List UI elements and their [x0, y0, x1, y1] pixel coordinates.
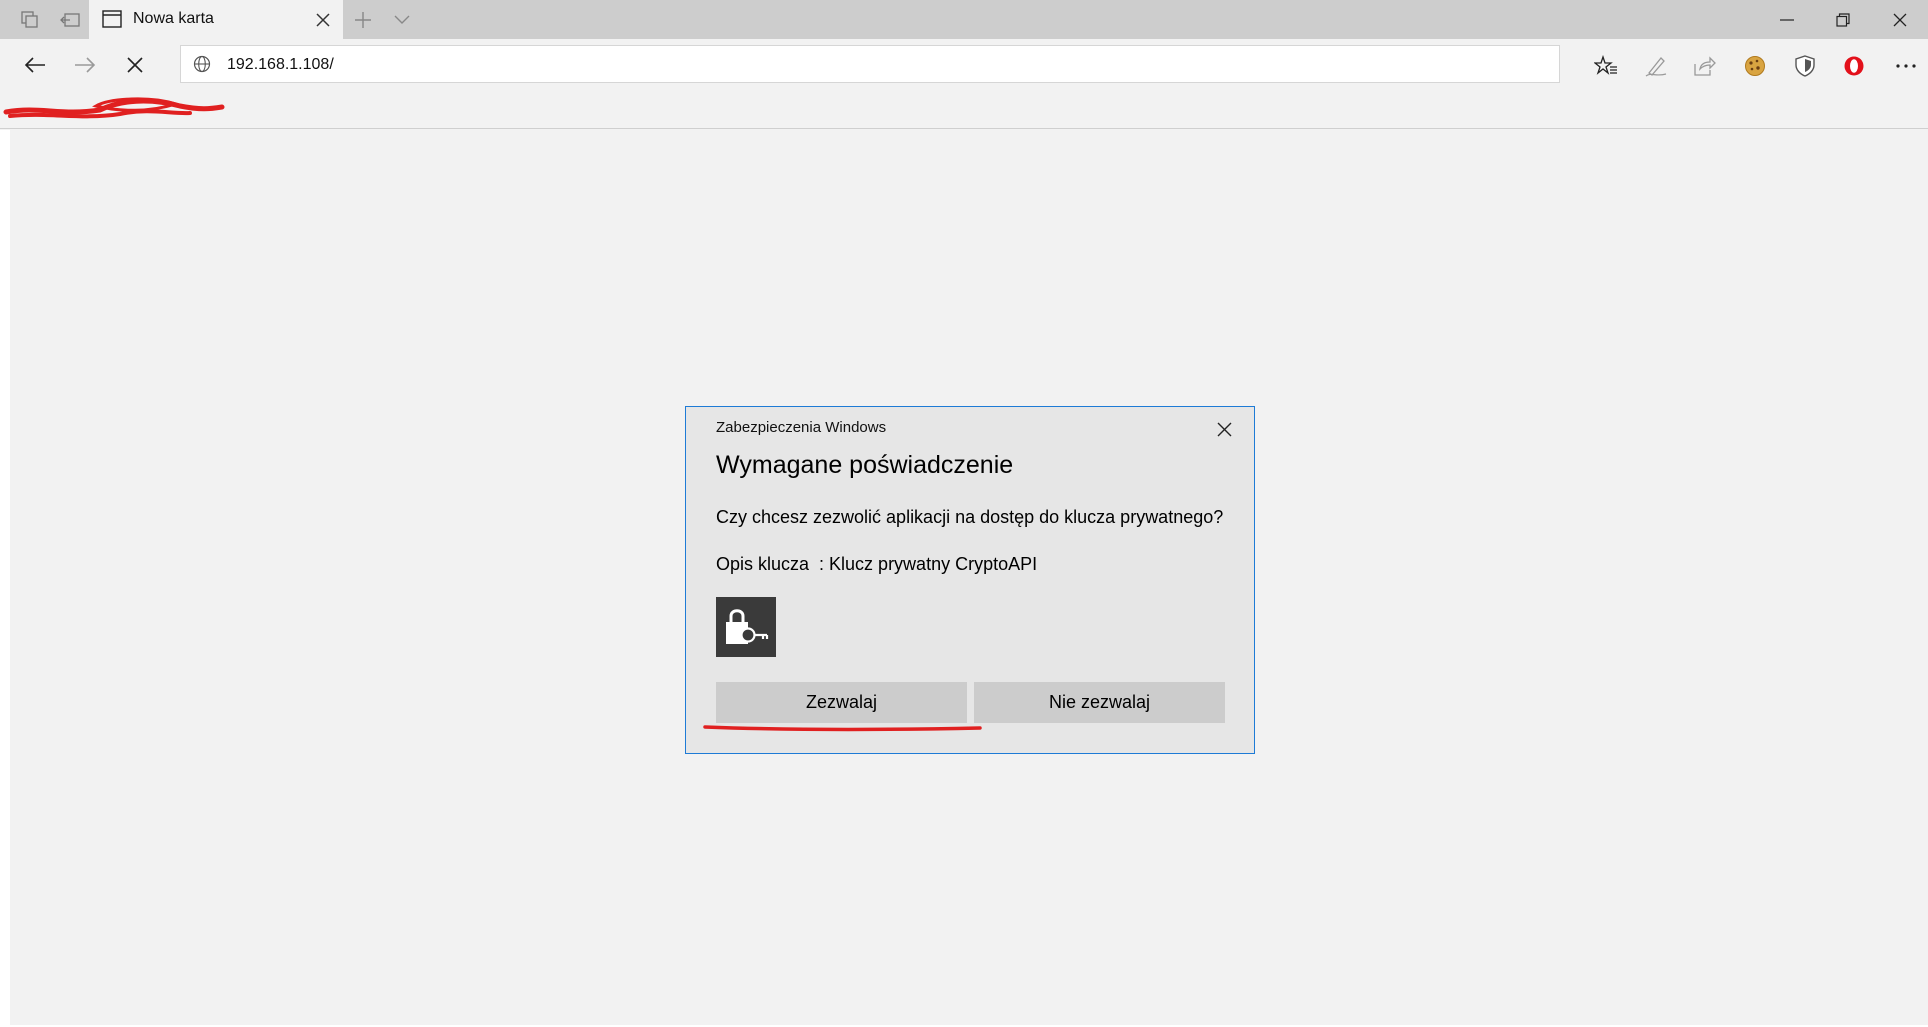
key-description: Opis klucza : Klucz prywatny CryptoAPI	[716, 554, 1038, 574]
tab-list-icon[interactable]	[391, 9, 413, 31]
browser-window: Nowa karta 192.168.1.108/ Zabezpieczenia…	[0, 0, 1928, 1027]
close-icon[interactable]	[1872, 0, 1928, 39]
share-icon[interactable]	[1692, 53, 1718, 79]
lock-key-icon	[716, 597, 776, 657]
new-tab-icon[interactable]	[352, 9, 374, 31]
url-text[interactable]: 192.168.1.108/	[227, 56, 334, 74]
tab-bar: Nowa karta	[0, 0, 1928, 39]
more-icon[interactable]	[1893, 53, 1919, 79]
annotation-underline	[703, 725, 982, 732]
pen-icon[interactable]	[1643, 53, 1669, 79]
address-bar[interactable]: 192.168.1.108/	[180, 45, 1560, 83]
opera-icon[interactable]	[1841, 53, 1867, 79]
globe-icon	[193, 55, 211, 78]
allow-button[interactable]: Zezwalaj	[716, 682, 967, 723]
tabs-aside-icon[interactable]	[19, 9, 41, 31]
dialog-title: Wymagane poświadczenie	[716, 451, 1014, 479]
dialog-caption: Zabezpieczenia Windows	[716, 419, 887, 436]
restore-icon[interactable]	[1815, 0, 1871, 39]
deny-button[interactable]: Nie zezwalaj	[974, 682, 1225, 723]
tab-title: Nowa karta	[133, 10, 214, 27]
dialog-close-icon[interactable]	[1212, 417, 1236, 441]
tab-nowa-karta[interactable]: Nowa karta	[89, 0, 343, 39]
favorites-icon[interactable]	[1593, 53, 1619, 79]
set-aside-icon[interactable]	[59, 9, 81, 31]
stop-loading-icon[interactable]	[120, 50, 150, 80]
tab-close-icon[interactable]	[312, 9, 334, 31]
dialog-question: Czy chcesz zezwolić aplikacji na dostęp …	[716, 507, 1224, 527]
back-icon[interactable]	[20, 50, 50, 80]
favorites-bar	[0, 91, 1928, 129]
minimize-icon[interactable]	[1759, 0, 1815, 39]
windows-security-dialog: Zabezpieczenia Windows Wymagane poświadc…	[685, 406, 1255, 754]
page-icon	[102, 10, 122, 33]
redaction-scribble	[3, 97, 225, 119]
forward-icon[interactable]	[70, 50, 100, 80]
cookie-icon[interactable]	[1742, 53, 1768, 79]
page-margin	[0, 130, 10, 1027]
shield-icon[interactable]	[1792, 53, 1818, 79]
